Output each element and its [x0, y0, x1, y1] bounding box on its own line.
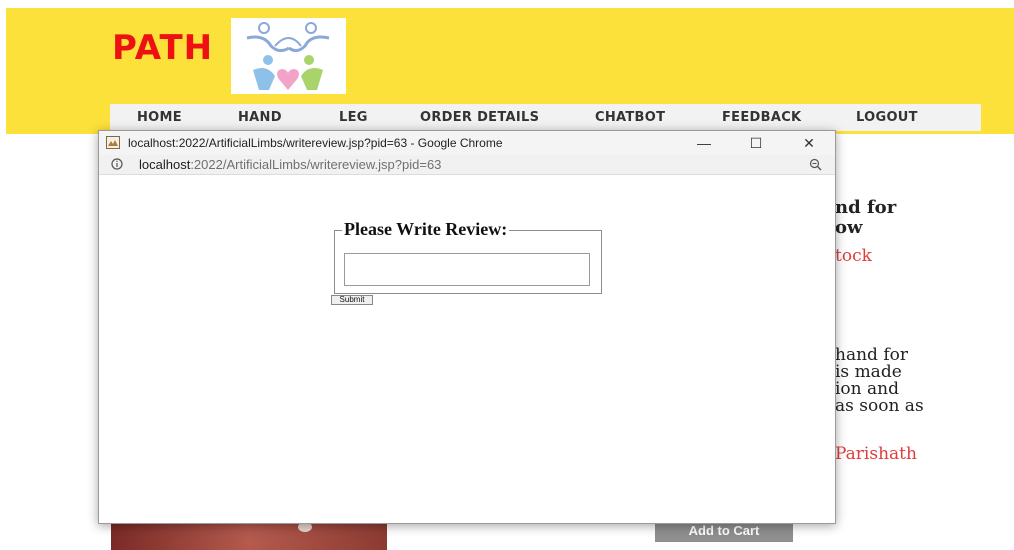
- minimize-icon[interactable]: —: [693, 133, 715, 153]
- nav-feedback[interactable]: FEEDBACK: [722, 110, 801, 125]
- review-textarea[interactable]: [344, 253, 590, 286]
- url-path: :2022/ArtificialLimbs/writereview.jsp?pi…: [190, 157, 442, 172]
- review-fieldset: Please Write Review:: [334, 219, 602, 294]
- nav-hand[interactable]: HAND: [238, 110, 282, 125]
- product-title-line2: ow: [835, 217, 863, 238]
- nav-leg[interactable]: LEG: [339, 110, 368, 125]
- review-legend: Please Write Review:: [342, 219, 510, 240]
- maximize-icon[interactable]: ☐: [745, 133, 767, 153]
- product-desc-line: as soon as: [835, 396, 924, 416]
- popup-titlebar[interactable]: localhost:2022/ArtificialLimbs/writerevi…: [99, 131, 835, 156]
- nav-chatbot[interactable]: CHATBOT: [595, 110, 665, 125]
- product-seller: Parishath: [835, 444, 917, 464]
- site-logo: [231, 18, 346, 94]
- zoom-icon[interactable]: [809, 158, 822, 171]
- submit-button[interactable]: Submit: [331, 295, 373, 305]
- nav-order-details[interactable]: ORDER DETAILS: [420, 110, 539, 125]
- url-host: localhost: [139, 157, 191, 172]
- site-brand[interactable]: PATH: [112, 28, 213, 68]
- people-heart-logo-icon: [246, 22, 330, 90]
- product-image: [111, 522, 387, 550]
- page-favicon-icon: [106, 136, 120, 149]
- popup-address-bar: localhost:2022/ArtificialLimbs/writerevi…: [99, 155, 835, 175]
- product-title-line1: nd for: [835, 197, 897, 218]
- popup-window-title: localhost:2022/ArtificialLimbs/writerevi…: [128, 136, 503, 150]
- nav-home[interactable]: HOME: [137, 110, 182, 125]
- info-icon[interactable]: [111, 158, 123, 170]
- nav-logout[interactable]: LOGOUT: [856, 110, 918, 125]
- main-nav: HOME HAND LEG ORDER DETAILS CHATBOT FEED…: [110, 104, 981, 131]
- review-popup-window: localhost:2022/ArtificialLimbs/writerevi…: [98, 130, 836, 524]
- popup-url: localhost:2022/ArtificialLimbs/writerevi…: [139, 157, 441, 172]
- close-icon[interactable]: ✕: [798, 133, 820, 153]
- product-stock: tock: [835, 246, 872, 266]
